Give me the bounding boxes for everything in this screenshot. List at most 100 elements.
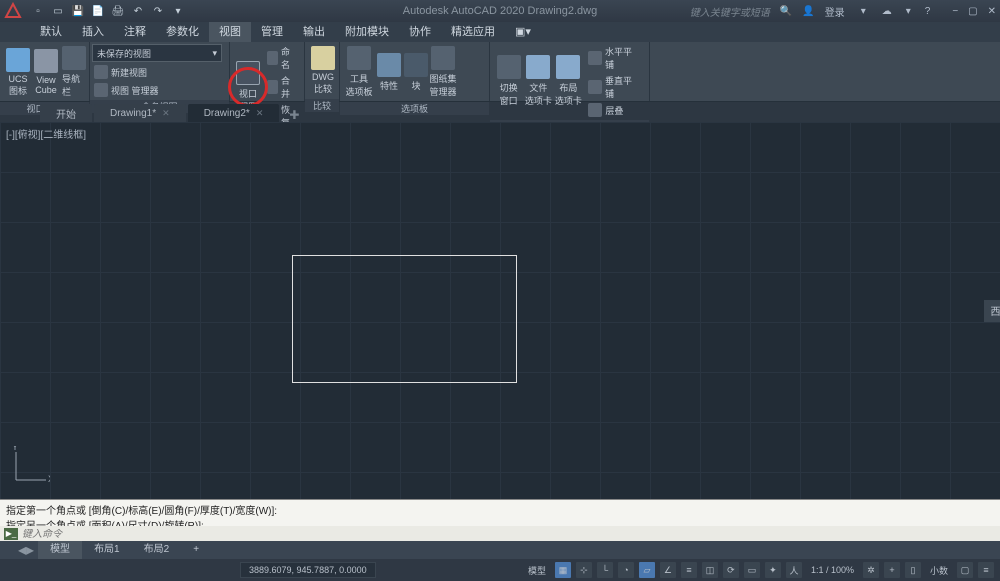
minimize-icon[interactable]: −: [952, 6, 958, 17]
close-icon[interactable]: ✕: [256, 108, 264, 119]
layout2-tab[interactable]: 布局2: [132, 541, 182, 559]
osnap-toggle[interactable]: ▱: [639, 562, 655, 578]
maximize-icon[interactable]: ▢: [968, 6, 977, 17]
tab-featured[interactable]: 精选应用: [441, 22, 505, 42]
side-panel-toggle[interactable]: 西: [984, 300, 1000, 322]
viewport-config-icon: [236, 61, 260, 85]
navbar-button[interactable]: 导航栏: [60, 44, 88, 100]
dwg-compare-button[interactable]: DWG 比较: [309, 44, 337, 97]
add-layout-button[interactable]: +: [181, 541, 211, 559]
qat-undo-icon[interactable]: ↶: [130, 3, 146, 19]
svg-text:Y: Y: [12, 446, 18, 452]
blocks-button[interactable]: 块: [404, 51, 428, 94]
ribbon: UCS 图标 View Cube 导航栏 视口工具 未保存的视图▾ 新建视图 视…: [0, 42, 1000, 102]
help-icon[interactable]: ?: [925, 6, 931, 17]
title-right-cluster: 键入关键字或短语 🔍 👤 登录 ▾ ☁ ▾ ? − ▢ ✕: [690, 4, 996, 19]
add-status-icon[interactable]: +: [884, 562, 900, 578]
properties-button[interactable]: 特性: [374, 51, 404, 94]
saved-views-dropdown[interactable]: 未保存的视图▾: [92, 44, 222, 62]
layout-nav-icon[interactable]: ◂▸: [18, 540, 34, 560]
new-view-button[interactable]: 新建视图: [92, 64, 227, 80]
layout1-tab[interactable]: 布局1: [82, 541, 132, 559]
user-icon[interactable]: 👤: [802, 6, 814, 17]
layout-tabs: ◂▸ 模型 布局1 布局2 +: [0, 541, 1000, 559]
tab-overflow[interactable]: ▣▾: [505, 22, 541, 42]
qat-new-icon[interactable]: ▫: [30, 3, 46, 19]
qat-redo-icon[interactable]: ↷: [150, 3, 166, 19]
panel-viewport-tools: UCS 图标 View Cube 导航栏 视口工具: [0, 42, 90, 101]
ucs-icon-button[interactable]: UCS 图标: [4, 46, 32, 99]
command-history: 指定第一个角点或 [倒角(C)/标高(E)/圆角(F)/厚度(T)/宽度(W)]…: [0, 500, 1000, 526]
lineweight-toggle[interactable]: ≡: [681, 562, 697, 578]
login-label[interactable]: 登录: [825, 4, 845, 19]
tab-insert[interactable]: 插入: [72, 22, 114, 42]
cycling-toggle[interactable]: ⟳: [723, 562, 739, 578]
model-tab[interactable]: 模型: [38, 541, 82, 559]
panel-interface: 切换 窗口 文件 选项卡 布局 选项卡 水平平铺 垂直平铺 层叠 界面: [490, 42, 650, 101]
rectangle-object[interactable]: [292, 255, 517, 383]
tool-palettes-button[interactable]: 工具 选项板: [344, 44, 374, 100]
command-prompt-icon[interactable]: ▶_: [4, 528, 18, 540]
named-viewport-button[interactable]: 命名: [265, 44, 297, 72]
sheetset-button[interactable]: 图纸集 管理器: [428, 44, 458, 100]
coordinates-readout[interactable]: 3889.6079, 945.7887, 0.0000: [240, 562, 376, 578]
doc-tab-start[interactable]: 开始: [40, 104, 92, 122]
status-bar: 3889.6079, 945.7887, 0.0000 模型 ▦ ⊹ └ ◔ ▱…: [0, 559, 1000, 581]
tab-default[interactable]: 默认: [30, 22, 72, 42]
units-readout[interactable]: 小数: [926, 564, 952, 577]
clean-screen-toggle[interactable]: ▢: [957, 562, 973, 578]
transparency-toggle[interactable]: ◫: [702, 562, 718, 578]
new-doc-button[interactable]: ✚: [281, 108, 307, 122]
snap-toggle[interactable]: ⊹: [576, 562, 592, 578]
doc-tab-drawing2[interactable]: Drawing2*✕: [188, 104, 280, 122]
search-hint[interactable]: 键入关键字或短语: [690, 4, 770, 19]
tile-h-button[interactable]: 水平平铺: [586, 44, 642, 72]
switch-window-button[interactable]: 切换 窗口: [494, 53, 523, 109]
status-extra-1[interactable]: ▭: [744, 562, 760, 578]
layout-tabs-button[interactable]: 布局 选项卡: [553, 53, 583, 109]
qat-save-icon[interactable]: 💾: [70, 3, 86, 19]
isolate-toggle[interactable]: ▯: [905, 562, 921, 578]
ucs-axis-icon[interactable]: YX: [10, 446, 50, 491]
tab-parametric[interactable]: 参数化: [156, 22, 209, 42]
model-space-button[interactable]: 模型: [524, 564, 550, 577]
qat-saveas-icon[interactable]: 📄: [90, 3, 106, 19]
svg-text:X: X: [48, 474, 50, 484]
viewport-controls[interactable]: [-][俯视][二维线框]: [6, 126, 86, 141]
tile-v-button[interactable]: 垂直平铺: [586, 73, 642, 101]
close-icon[interactable]: ✕: [162, 108, 170, 119]
tab-collab[interactable]: 协作: [399, 22, 441, 42]
tab-view[interactable]: 视图: [209, 22, 251, 42]
grid-toggle[interactable]: ▦: [555, 562, 571, 578]
tab-addins[interactable]: 附加模块: [335, 22, 399, 42]
annotation-scale[interactable]: 人: [786, 562, 802, 578]
search-icon[interactable]: 🔍: [780, 6, 792, 17]
tab-manage[interactable]: 管理: [251, 22, 293, 42]
view-manager-button[interactable]: 视图 管理器: [92, 82, 227, 98]
polar-toggle[interactable]: ◔: [618, 562, 634, 578]
gear-icon[interactable]: ✲: [863, 562, 879, 578]
qat-open-icon[interactable]: ▭: [50, 3, 66, 19]
ortho-toggle[interactable]: └: [597, 562, 613, 578]
app-logo[interactable]: [0, 0, 26, 22]
close-icon[interactable]: ✕: [988, 6, 996, 17]
customize-status-icon[interactable]: ≡: [978, 562, 994, 578]
otrack-toggle[interactable]: ∠: [660, 562, 676, 578]
tab-output[interactable]: 输出: [293, 22, 335, 42]
viewcube-button[interactable]: View Cube: [32, 47, 60, 97]
cascade-button[interactable]: 层叠: [586, 102, 642, 118]
panel-palettes: 工具 选项板 特性 块 图纸集 管理器 选项板: [340, 42, 490, 101]
doc-tab-drawing1[interactable]: Drawing1*✕: [94, 104, 186, 122]
panel-label-compare: 比较: [305, 99, 339, 112]
cloud-icon[interactable]: ☁: [882, 6, 892, 17]
qat-print-icon[interactable]: 🖨: [110, 3, 126, 19]
drawing-viewport[interactable]: [-][俯视][二维线框] YX 西: [0, 122, 1000, 499]
status-extra-2[interactable]: ✦: [765, 562, 781, 578]
chevron-down-icon: ▾: [212, 48, 217, 59]
tab-annotate[interactable]: 注释: [114, 22, 156, 42]
command-input[interactable]: [22, 529, 996, 540]
panel-model-viewport: 视口 配置 命名 合并 恢复 模型视口: [230, 42, 305, 101]
merge-viewport-button[interactable]: 合并: [265, 73, 297, 101]
file-tabs-button[interactable]: 文件 选项卡: [523, 53, 553, 109]
qat-dropdown-icon[interactable]: ▾: [170, 3, 186, 19]
